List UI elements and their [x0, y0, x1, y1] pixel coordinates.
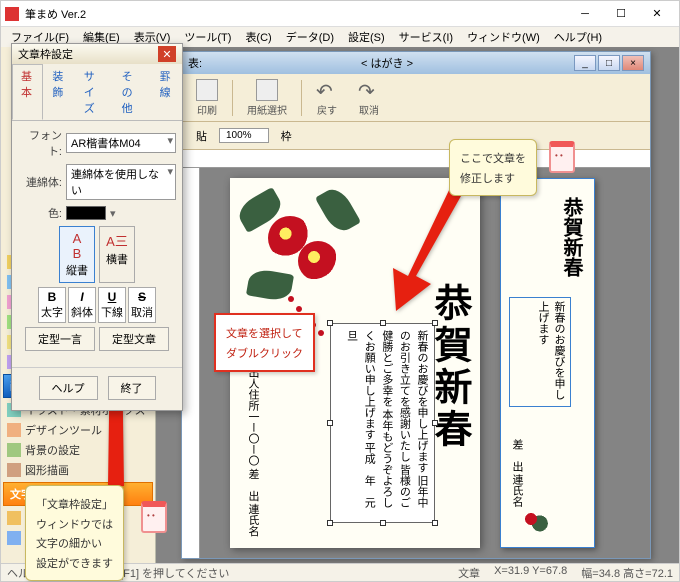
mini-decoration [509, 497, 553, 541]
italic-label: 斜体 [71, 304, 93, 320]
addr-line: 差出人住所一ー〇ー〇 [247, 356, 259, 466]
font-select[interactable]: AR楷書体M04 [66, 133, 176, 153]
vertical-text-button[interactable]: AB縦書 [59, 226, 95, 283]
mascot-icon [549, 141, 583, 181]
color-label: 色: [18, 205, 62, 221]
paste-button[interactable]: 貼 [190, 126, 213, 146]
maximize-button[interactable]: ☐ [603, 3, 639, 25]
mascot-icon [141, 501, 175, 541]
menu-service[interactable]: サービス(I) [393, 27, 459, 47]
resize-handle[interactable] [432, 420, 438, 426]
status-mode: 文章 [458, 565, 480, 581]
help-button[interactable]: ヘルプ [39, 376, 98, 400]
minimize-button[interactable]: ─ [567, 3, 603, 25]
text-line: 新春のお慶びを申し上げます [416, 330, 428, 473]
arrow-annotation [361, 176, 481, 319]
mini-kanji: 恭賀新春 [557, 197, 586, 277]
postcard-thumbnail[interactable]: 恭賀新春 新春のお慶びを申し上げます 差 出 連氏名 [500, 178, 595, 548]
sidebar-label: 背景の設定 [25, 442, 80, 458]
paper-label: 用紙選択 [247, 102, 287, 117]
redo-button[interactable]: ↷取消 [352, 77, 386, 119]
doc-title-prefix: 表: [188, 55, 202, 71]
doc-title-text: < はがき > [202, 55, 572, 71]
zoom-select[interactable]: 100% [219, 128, 269, 143]
strike-label: 取消 [131, 304, 153, 320]
callout-dialog-info: 「文章枠設定」 ウィンドウでは 文字の細かい 設定ができます [25, 485, 124, 581]
bold-button[interactable]: B太字 [38, 287, 66, 323]
doc-close-button[interactable]: × [622, 55, 644, 71]
resize-handle[interactable] [327, 320, 333, 326]
menu-window[interactable]: ウィンドウ(W) [461, 27, 546, 47]
horiz-label: 横書 [106, 251, 128, 267]
print-button[interactable]: 印刷 [190, 77, 224, 119]
sidebar-label: 図形描画 [25, 462, 69, 478]
resize-handle[interactable] [327, 420, 333, 426]
font-label: フォント: [18, 127, 62, 159]
bold-label: 太字 [41, 304, 63, 320]
tab-basic[interactable]: 基本 [12, 64, 43, 120]
paste-label: 貼 [196, 128, 207, 144]
line-select[interactable]: 連綿体を使用しない [66, 164, 176, 200]
doc-toolbar: 印刷 用紙選択 ↶戻す ↷取消 [182, 74, 650, 122]
close-button[interactable]: ✕ [639, 3, 675, 25]
under-label: 下線 [101, 304, 123, 320]
italic-button[interactable]: I斜体 [68, 287, 96, 323]
dialog-close-button[interactable]: ✕ [158, 46, 176, 62]
undo-label: 戻す [317, 102, 337, 117]
undo-button[interactable]: ↶戻す [310, 77, 344, 119]
menu-tool[interactable]: ツール(T) [178, 27, 237, 47]
color-swatch[interactable] [66, 206, 106, 220]
text-frame-selected[interactable]: 新春のお慶びを申し上げます 旧年中のお引き立てを感謝いたし 皆様のご健勝とご多幸… [330, 323, 435, 523]
doc-titlebar: 表: < はがき > _ □ × [182, 52, 650, 74]
dialog-title: 文章枠設定 [18, 46, 158, 62]
vert-label: 縦書 [66, 262, 88, 278]
resize-handle[interactable] [432, 520, 438, 526]
resize-handle[interactable] [432, 320, 438, 326]
app-titlebar: 筆まめ Ver.2 ─ ☐ ✕ [1, 1, 679, 27]
app-title: 筆まめ Ver.2 [25, 6, 567, 22]
menu-table[interactable]: 表(C) [239, 27, 277, 47]
callout-double-click: 文章を選択して ダブルクリック [214, 313, 315, 372]
menu-data[interactable]: データ(D) [280, 27, 340, 47]
addr-line: 差 出 [247, 468, 259, 501]
dialog-tabs: 基本 装飾 サイズ その他 罫線 [12, 64, 182, 121]
exit-button[interactable]: 終了 [108, 376, 156, 400]
ruler-vertical [182, 168, 200, 558]
printer-icon [196, 79, 218, 101]
paper-icon [256, 79, 278, 101]
print-label: 印刷 [197, 102, 217, 117]
callout-edit-here: ここで文章を 修正します [449, 139, 537, 196]
horizontal-text-button[interactable]: A三横書 [99, 226, 135, 283]
addr-line: 連氏名 [247, 503, 259, 536]
tab-other[interactable]: その他 [113, 64, 151, 120]
resize-handle[interactable] [380, 320, 386, 326]
redo-label: 取消 [359, 102, 379, 117]
sender-address[interactable]: 差出人住所一ー〇ー〇 差 出 連氏名 [242, 356, 264, 537]
tab-border[interactable]: 罫線 [151, 64, 182, 120]
frame-label: 枠 [281, 128, 292, 144]
status-xy: X=31.9 Y=67.8 [494, 565, 567, 581]
app-icon [5, 7, 19, 21]
strike-button[interactable]: S取消 [128, 287, 156, 323]
menu-help[interactable]: ヘルプ(H) [548, 27, 608, 47]
text-frame-settings-dialog: 文章枠設定 ✕ 基本 装飾 サイズ その他 罫線 フォント:AR楷書体M04 連… [11, 43, 183, 411]
frame-button[interactable]: 枠 [275, 126, 298, 146]
underline-button[interactable]: U下線 [98, 287, 126, 323]
dialog-titlebar[interactable]: 文章枠設定 ✕ [12, 44, 182, 64]
fixed-phrase-button[interactable]: 定型一言 [25, 327, 95, 351]
status-wh: 幅=34.8 高さ=72.1 [581, 565, 673, 581]
menu-settings[interactable]: 設定(S) [342, 27, 391, 47]
resize-handle[interactable] [327, 520, 333, 526]
resize-handle[interactable] [380, 520, 386, 526]
fixed-text-button[interactable]: 定型文章 [99, 327, 169, 351]
line-label: 連綿体: [18, 174, 62, 190]
tab-size[interactable]: サイズ [75, 64, 113, 120]
doc-minimize-button[interactable]: _ [574, 55, 596, 71]
mini-text-frame: 新春のお慶びを申し上げます [509, 297, 571, 407]
tab-decor[interactable]: 装飾 [43, 64, 74, 120]
paper-button[interactable]: 用紙選択 [241, 77, 293, 119]
doc-maximize-button[interactable]: □ [598, 55, 620, 71]
